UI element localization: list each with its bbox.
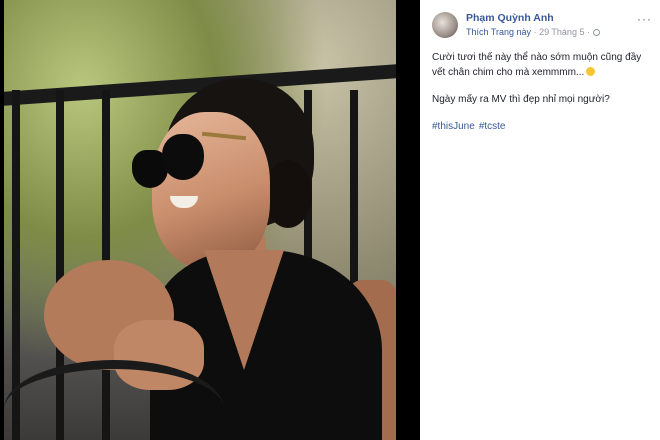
globe-icon[interactable] [593, 29, 601, 36]
dress-neckline [204, 250, 284, 370]
laughing-emoji-icon [586, 67, 596, 76]
hashtag-link[interactable]: #thisJune [432, 121, 475, 132]
post-body: Cười tươi thế này thể nào sớm muộn cũng … [432, 50, 646, 146]
photo-viewer [0, 0, 420, 440]
hashtags: #thisJune #tcste [432, 119, 646, 134]
hashtag-link[interactable]: #tcste [479, 121, 506, 132]
author-name-link[interactable]: Phạm Quỳnh Anh [466, 12, 554, 24]
post-side-panel: Phạm Quỳnh Anh Thích Trang này · 29 Thán… [420, 0, 660, 440]
person-hair-bun [264, 160, 312, 228]
avatar[interactable] [432, 12, 458, 38]
post-date-link[interactable]: 29 Tháng 5 [539, 27, 584, 37]
meta-separator: · [533, 27, 537, 37]
post-text-paragraph: Cười tươi thế này thể nào sớm muộn cũng … [432, 52, 642, 78]
post-header: Phạm Quỳnh Anh Thích Trang này · 29 Thán… [430, 10, 652, 40]
post-photo[interactable] [4, 0, 396, 440]
like-page-link[interactable]: Thích Trang này [466, 27, 531, 37]
more-options-icon[interactable]: ··· [637, 12, 652, 26]
meta-separator: · [586, 27, 590, 37]
post-text-paragraph: Ngày mấy ra MV thì đẹp nhỉ mọi người? [432, 94, 610, 105]
sunglasses-lens [162, 134, 204, 180]
post-meta: Thích Trang này · 29 Tháng 5 · [466, 27, 601, 37]
